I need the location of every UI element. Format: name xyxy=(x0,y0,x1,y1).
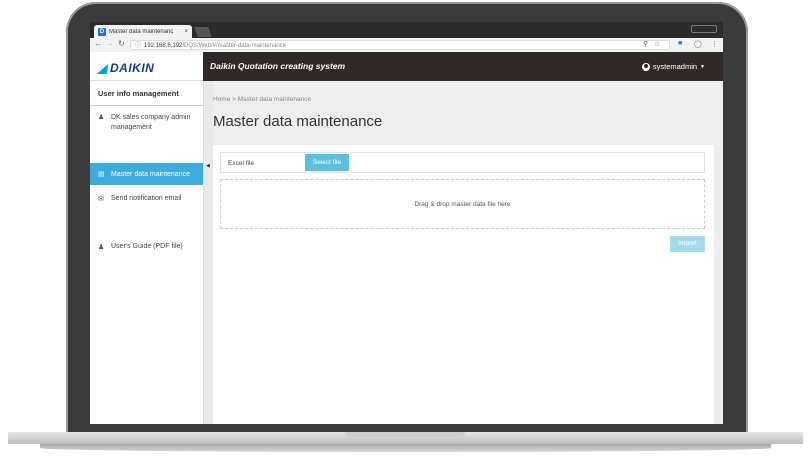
browser-tab-bar: D Master data maintenanc × xyxy=(90,22,723,38)
breadcrumb-separator: > xyxy=(232,96,236,103)
import-button[interactable]: Import xyxy=(670,236,705,252)
sidebar: User info management ♟ DK sales company … xyxy=(90,81,203,424)
tab-close-icon[interactable]: × xyxy=(184,29,188,35)
sidebar-item-label: Master data maintenance xyxy=(111,170,190,178)
user-name: systemadmin xyxy=(652,62,698,71)
envelope-icon: ✉ xyxy=(98,196,104,203)
sidebar-collapse-handle[interactable]: ◀ xyxy=(203,81,213,424)
breadcrumb: Home > Master data maintenance xyxy=(213,96,311,103)
user-avatar-icon xyxy=(641,62,650,71)
excel-file-row: Excel file Select file xyxy=(220,152,705,173)
sidebar-item-label: User's Guide (PDF file) xyxy=(111,243,183,250)
caret-down-icon: ▼ xyxy=(700,63,705,70)
app-header: DAIKIN Daikin Quotation creating system … xyxy=(90,52,723,81)
user-icon: ♟ xyxy=(98,244,105,251)
tab-favicon-icon: D xyxy=(98,27,106,36)
select-file-button[interactable]: Select file xyxy=(305,154,349,171)
excel-file-label: Excel file xyxy=(228,160,255,167)
url-host: 192.168.6.192 xyxy=(144,43,183,49)
reload-icon[interactable]: ↻ xyxy=(118,39,125,48)
logo-text: DAIKIN xyxy=(110,61,155,75)
window-controls[interactable] xyxy=(691,25,717,33)
sidebar-item-label: DK sales company admin management xyxy=(111,114,191,131)
key-icon[interactable]: ⚲ xyxy=(643,40,648,48)
file-dropzone[interactable]: Drag & drop master data file here xyxy=(220,179,705,229)
laptop-base-bottom xyxy=(40,444,771,452)
browser-screen: D Master data maintenanc × ← → ↻ ⓘ 192.16… xyxy=(90,22,723,424)
laptop-notch xyxy=(345,432,465,437)
address-bar: ← → ↻ ⓘ 192.168.6.192/DQS/Web/#/master-da… xyxy=(90,38,723,53)
browser-tab[interactable]: D Master data maintenanc × xyxy=(94,25,192,38)
url-input[interactable]: ⓘ 192.168.6.192/DQS/Web/#/master-data-mai… xyxy=(130,40,670,50)
new-tab-button[interactable] xyxy=(194,27,212,37)
breadcrumb-home[interactable]: Home xyxy=(213,96,230,103)
shield-icon[interactable]: ◯ xyxy=(694,40,702,48)
url-path: /DQS/Web/#/master-data-maintenance xyxy=(182,43,286,49)
forward-arrow-icon[interactable]: → xyxy=(106,39,114,48)
sidebar-item-dk-sales-admin[interactable]: ♟ DK sales company admin management xyxy=(90,113,203,133)
upload-card: Excel file Select file Drag & drop maste… xyxy=(213,145,714,424)
main-content: Home > Master data maintenance Master da… xyxy=(213,81,723,424)
user-icon: ♟ xyxy=(98,114,105,121)
sidebar-heading: User info management xyxy=(90,81,203,106)
app-title: Daikin Quotation creating system xyxy=(210,61,346,71)
star-icon[interactable]: ☆ xyxy=(654,40,660,48)
tab-title: Master data maintenanc xyxy=(109,28,174,35)
menu-dots-icon[interactable]: ⋮ xyxy=(711,40,718,48)
breadcrumb-current: Master data maintenance xyxy=(237,96,312,103)
laptop-base xyxy=(0,432,811,457)
page-title: Master data maintenance xyxy=(213,113,383,130)
sidebar-item-label: Send notification email xyxy=(111,195,182,202)
collapse-arrow-icon: ◀ xyxy=(206,163,210,169)
user-menu[interactable]: systemadmin ▼ xyxy=(641,62,705,71)
sidebar-item-send-email[interactable]: ✉ Send notification email xyxy=(90,195,203,203)
extension-icon[interactable]: ■ xyxy=(678,40,682,47)
back-arrow-icon[interactable]: ← xyxy=(94,39,102,48)
database-icon: ▤ xyxy=(98,171,105,178)
logo[interactable]: DAIKIN xyxy=(90,52,203,81)
info-icon: ⓘ xyxy=(135,43,142,49)
sidebar-item-master-data[interactable]: ▤ Master data maintenance xyxy=(90,163,203,185)
sidebar-item-users-guide[interactable]: ♟ User's Guide (PDF file) xyxy=(90,243,203,251)
